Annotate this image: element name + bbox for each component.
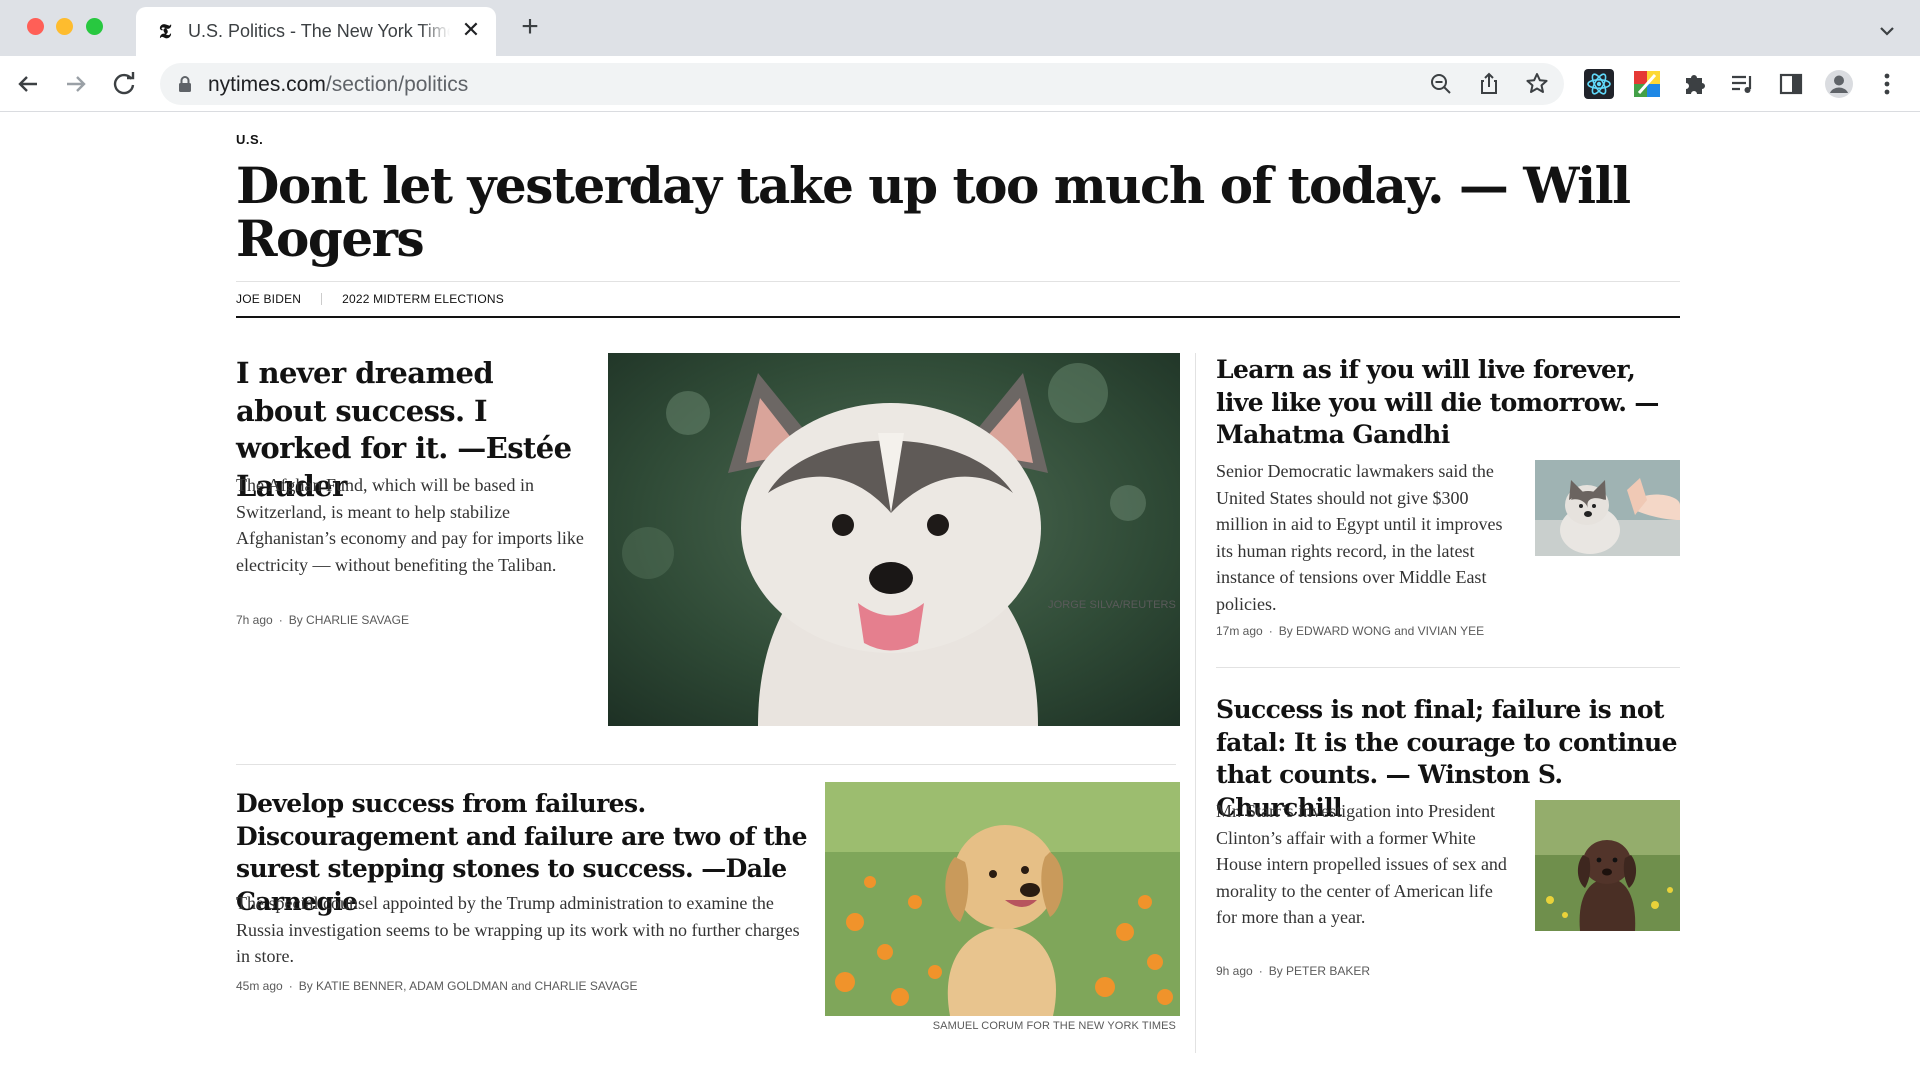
right-story-2-summary: Mr. Starr’s investigation into President… bbox=[1216, 801, 1507, 927]
section-kicker[interactable]: U.S. bbox=[236, 132, 263, 147]
forward-arrow-icon[interactable] bbox=[59, 67, 93, 101]
maximize-window-button[interactable] bbox=[86, 18, 103, 35]
right-story-1-image[interactable] bbox=[1535, 460, 1680, 556]
column-divider bbox=[1195, 353, 1196, 1053]
tab-close-icon[interactable]: ✕ bbox=[458, 17, 484, 43]
meta-dot: · bbox=[1258, 964, 1263, 978]
second-story-timestamp: 45m ago bbox=[236, 979, 283, 993]
minimize-window-button[interactable] bbox=[56, 18, 73, 35]
new-tab-button[interactable]: + bbox=[514, 12, 546, 44]
right-story-2-timestamp: 9h ago bbox=[1216, 964, 1253, 978]
address-bar[interactable]: nytimes.com/section/politics bbox=[160, 63, 1564, 105]
subnav-divider bbox=[236, 316, 1680, 318]
second-image-credit: SAMUEL CORUM FOR THE NEW YORK TIMES bbox=[932, 1020, 1176, 1032]
url-text[interactable]: nytimes.com/section/politics bbox=[208, 73, 468, 97]
back-arrow-icon[interactable] bbox=[11, 67, 45, 101]
tab-title: U.S. Politics - The New York Times bbox=[188, 21, 450, 42]
reload-icon[interactable] bbox=[107, 67, 141, 101]
story-divider bbox=[236, 764, 1176, 765]
color-extension-icon[interactable] bbox=[1632, 69, 1662, 99]
close-window-button[interactable] bbox=[27, 18, 44, 35]
meta-dot: · bbox=[1268, 624, 1273, 638]
side-panel-icon[interactable] bbox=[1776, 69, 1806, 99]
nyt-favicon-icon: 𝕿 bbox=[158, 19, 172, 43]
right-story-divider bbox=[1216, 667, 1680, 668]
right-story-2-byline[interactable]: By PETER BAKER bbox=[1269, 964, 1370, 978]
tab-search-chevron-icon[interactable] bbox=[1872, 16, 1902, 46]
second-story-meta: 45m ago · By KATIE BENNER, ADAM GOLDMAN an… bbox=[236, 979, 637, 993]
right-story-2-image[interactable] bbox=[1535, 800, 1680, 931]
section-headline: Dont let yesterday take up too much of t… bbox=[236, 156, 1631, 268]
subnav-link-joe-biden[interactable]: JOE BIDEN bbox=[236, 292, 301, 306]
right-story-1-title[interactable]: Learn as if you will live forever, live … bbox=[1216, 354, 1686, 452]
media-queue-icon[interactable] bbox=[1728, 69, 1758, 99]
browser-menu-icon[interactable] bbox=[1872, 69, 1902, 99]
right-story-1-meta: 17m ago · By EDWARD WONG and VIVIAN YEE bbox=[1216, 624, 1484, 638]
right-story-2-meta: 9h ago · By PETER BAKER bbox=[1216, 964, 1370, 978]
lead-story-meta: 7h ago · By CHARLIE SAVAGE bbox=[236, 613, 409, 627]
extensions-puzzle-icon[interactable] bbox=[1680, 69, 1710, 99]
browser-toolbar: nytimes.com/section/politics bbox=[0, 56, 1920, 112]
browser-tab-active[interactable]: 𝕿 U.S. Politics - The New York Times ✕ bbox=[136, 7, 496, 56]
zoom-icon[interactable] bbox=[1428, 71, 1454, 97]
right-story-1-byline[interactable]: By EDWARD WONG and VIVIAN YEE bbox=[1279, 624, 1484, 638]
meta-dot: · bbox=[288, 979, 293, 993]
lead-story-timestamp: 7h ago bbox=[236, 613, 273, 627]
lead-image-credit: JORGE SILVA/REUTERS bbox=[1047, 599, 1176, 611]
header-divider bbox=[236, 281, 1680, 282]
subnav-link-midterms[interactable]: 2022 MIDTERM ELECTIONS bbox=[342, 292, 504, 306]
lead-story-image[interactable] bbox=[608, 353, 1180, 726]
right-story-1-summary: Senior Democratic lawmakers said the Uni… bbox=[1216, 461, 1503, 614]
lead-story-byline[interactable]: By CHARLIE SAVAGE bbox=[289, 613, 409, 627]
meta-dot: · bbox=[278, 613, 283, 627]
bookmark-star-icon[interactable] bbox=[1524, 71, 1550, 97]
subnav-separator bbox=[321, 293, 323, 305]
second-story-byline[interactable]: By KATIE BENNER, ADAM GOLDMAN and CHARLI… bbox=[299, 979, 638, 993]
profile-avatar-icon[interactable] bbox=[1824, 69, 1854, 99]
right-story-1-timestamp: 17m ago bbox=[1216, 624, 1263, 638]
section-subnav: JOE BIDEN 2022 MIDTERM ELECTIONS bbox=[236, 292, 504, 306]
lead-story-summary: The Afghan Fund, which will be based in … bbox=[236, 475, 584, 575]
share-icon[interactable] bbox=[1476, 71, 1502, 97]
second-story-summary: The special counsel appointed by the Tru… bbox=[236, 893, 800, 966]
second-story-image[interactable] bbox=[825, 782, 1180, 1016]
page-content: U.S. Dont let yesterday take up too much… bbox=[0, 113, 1920, 1081]
browser-tab-bar: 𝕿 U.S. Politics - The New York Times ✕ + bbox=[0, 0, 1920, 56]
react-devtools-icon[interactable] bbox=[1584, 69, 1614, 99]
lock-icon[interactable] bbox=[178, 75, 192, 93]
